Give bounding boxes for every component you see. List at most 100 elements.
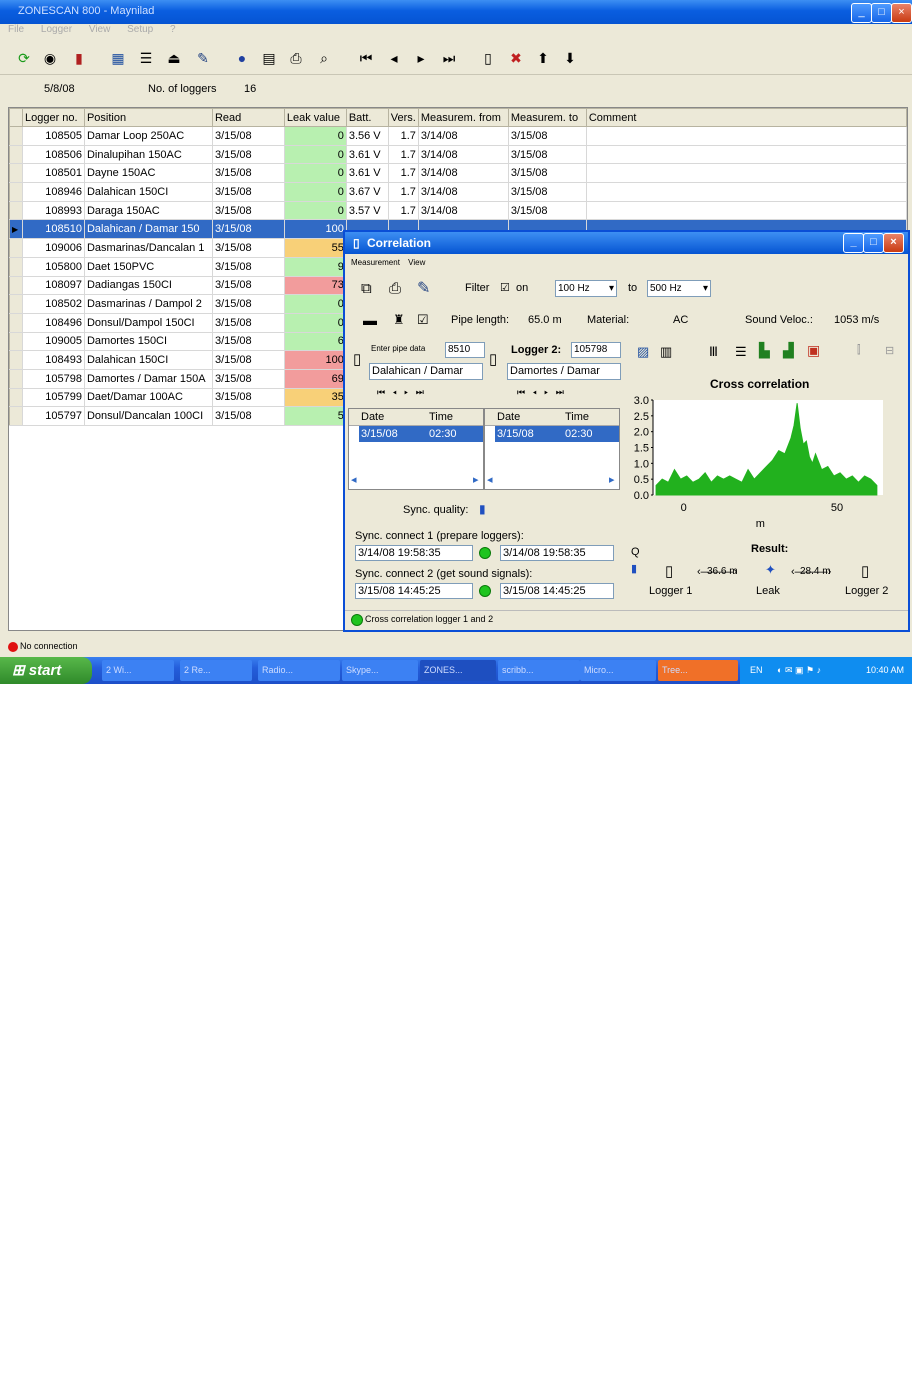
result-logger1-label: Logger 1 — [649, 585, 693, 597]
menu-file[interactable]: File — [8, 24, 24, 35]
dialog-minimize-button[interactable]: _ — [843, 233, 864, 253]
delete-chart-icon[interactable]: ▣ — [807, 342, 820, 359]
task-button[interactable]: scribb... — [498, 660, 580, 681]
filter-label: Filter — [465, 282, 490, 294]
properties-icon[interactable]: ▤ — [260, 49, 278, 67]
cell-no: 108510 — [22, 219, 85, 240]
split-v-icon[interactable]: ⫿ — [857, 344, 861, 357]
next-icon[interactable]: ▸ — [412, 49, 430, 67]
table-icon[interactable]: ▦ — [109, 49, 127, 67]
logger1-row[interactable]: 3/15/08 02:30 — [359, 426, 483, 442]
export-icon[interactable]: ▙ — [759, 342, 770, 359]
first-icon[interactable]: ⏮ — [357, 49, 375, 67]
filter-checkbox[interactable]: ☑ — [500, 281, 510, 294]
up-icon[interactable]: ⬆ — [534, 49, 552, 67]
search-icon[interactable]: ⌕ — [315, 49, 333, 67]
pipe-length-value[interactable]: 65.0 m — [528, 314, 562, 326]
menu-logger[interactable]: Logger — [41, 24, 72, 35]
header-position[interactable]: Position — [83, 108, 213, 127]
bottle-icon[interactable]: ▯ — [479, 49, 497, 67]
material-value[interactable]: AC — [673, 314, 688, 326]
chart-image-icon[interactable]: ▨ — [637, 344, 649, 360]
task-button[interactable]: 2 Wi... — [102, 660, 174, 681]
dialog-close-button[interactable]: × — [883, 233, 904, 253]
task-button[interactable]: Radio... — [258, 660, 340, 681]
task-button-active[interactable]: ZONES... — [420, 660, 496, 681]
logger2-result-icon: ▯ — [861, 563, 870, 580]
table-row[interactable]: 108506 Dinalupihan 150AC 3/15/08 0 3.61 V 1.7… — [9, 144, 908, 165]
row-indicator — [9, 294, 23, 314]
print-icon[interactable]: ⎙ — [287, 49, 305, 67]
prev-icon[interactable]: ◂ — [385, 49, 403, 67]
last-icon[interactable]: ⏭ — [440, 49, 458, 67]
menu-help[interactable]: ? — [170, 24, 176, 35]
table-row[interactable]: 108993 Daraga 150AC 3/15/08 0 3.57 V 1.7 3/14/… — [9, 200, 908, 221]
hydrant-icon[interactable]: ♜ — [393, 312, 405, 328]
print-icon[interactable]: ⎙ — [389, 280, 401, 297]
logger-read-icon[interactable]: ▮ — [70, 49, 88, 67]
scroll-right-icon[interactable]: ▸ — [609, 473, 615, 486]
logger1-number-input[interactable]: 8510 — [445, 342, 485, 358]
histogram-icon[interactable]: ▥ — [660, 344, 672, 360]
language-indicator[interactable]: EN — [750, 665, 763, 675]
task-button[interactable]: Tree... — [658, 660, 738, 681]
scroll-left-icon[interactable]: ◂ — [487, 473, 493, 486]
check-list-icon[interactable]: ☑ — [417, 312, 429, 328]
logger2-row[interactable]: 3/15/08 02:30 — [495, 426, 619, 442]
cell-no: 108506 — [22, 145, 85, 165]
close-button[interactable]: × — [891, 3, 912, 23]
header-battery[interactable]: Batt. — [345, 108, 389, 127]
menu-view[interactable]: View — [408, 258, 425, 267]
import-icon[interactable]: ▟ — [783, 342, 794, 359]
freq-from-select[interactable]: 100 Hz ▾ — [555, 280, 617, 297]
logger1-row-date: 3/15/08 — [361, 428, 398, 440]
copy-icon[interactable]: ⧉ — [361, 280, 372, 297]
list-icon[interactable]: ☰ — [735, 344, 747, 360]
tray-icons[interactable]: ◐ ✉ ▣ ⚑ ♪ — [777, 665, 821, 675]
header-measurement-to[interactable]: Measurem. to — [507, 108, 587, 127]
header-leak-value[interactable]: Leak value — [283, 108, 347, 127]
bars-icon[interactable]: Ⅲ — [709, 344, 718, 360]
task-button[interactable]: 2 Re... — [180, 660, 252, 681]
antenna-icon[interactable]: ✎ — [194, 49, 212, 67]
menu-setup[interactable]: Setup — [127, 24, 153, 35]
task-button[interactable]: Micro... — [580, 660, 656, 681]
split-h-icon[interactable]: ⊟ — [885, 344, 894, 357]
start-button[interactable]: ⊞ start — [0, 657, 92, 684]
header-comment[interactable]: Comment — [585, 108, 908, 127]
freq-to-select[interactable]: 500 Hz ▾ — [647, 280, 711, 297]
dialog-maximize-button[interactable]: □ — [863, 233, 884, 253]
maximize-button[interactable]: □ — [871, 3, 892, 23]
minimize-button[interactable]: _ — [851, 3, 872, 23]
table-row[interactable]: 108505 Damar Loop 250AC 3/15/08 0 3.56 V 1.7 3… — [9, 126, 908, 146]
help-icon[interactable]: ● — [233, 49, 251, 67]
cell-to: 3/15/08 — [508, 126, 587, 146]
scroll-left-icon[interactable]: ◂ — [351, 473, 357, 486]
delete-icon[interactable]: ✖ — [507, 49, 525, 67]
refresh-icon[interactable]: ⟳ — [15, 49, 33, 67]
logger1-nav[interactable]: ⏮ ◂ ▸ ⏭ — [377, 387, 424, 398]
scroll-right-icon[interactable]: ▸ — [473, 473, 479, 486]
header-measurement-from[interactable]: Measurem. from — [417, 108, 509, 127]
task-button[interactable]: Skype... — [342, 660, 418, 681]
header-version[interactable]: Vers. — [387, 108, 419, 127]
menu-view[interactable]: View — [89, 24, 111, 35]
cell-no: 108493 — [22, 350, 85, 370]
antenna-icon[interactable]: ✎ — [417, 278, 430, 298]
table-row[interactable]: 108501 Dayne 150AC 3/15/08 0 3.61 V 1.7 3/14/0… — [9, 163, 908, 184]
eye-icon[interactable]: ◉ — [41, 49, 59, 67]
row-indicator — [9, 312, 23, 333]
header-logger-no[interactable]: Logger no. — [21, 108, 85, 127]
table-row[interactable]: 108946 Dalahican 150CI 3/15/08 0 3.67 V 1.7 3/… — [9, 182, 908, 202]
list-icon[interactable]: ☰ — [137, 49, 155, 67]
down-icon[interactable]: ⬇ — [561, 49, 579, 67]
chart-title: Cross correlation — [710, 377, 810, 391]
logger2-number-input[interactable]: 105798 — [571, 342, 621, 358]
logger2-nav[interactable]: ⏮ ◂ ▸ ⏭ — [517, 387, 564, 398]
header-read[interactable]: Read — [211, 108, 285, 127]
device-icon[interactable]: ⏏ — [165, 49, 183, 67]
pipe-icon[interactable]: ▬ — [363, 312, 377, 328]
sound-velocity-value[interactable]: 1053 m/s — [834, 314, 879, 326]
sync2-time-b: 3/15/08 14:45:25 — [500, 583, 614, 599]
menu-measurement[interactable]: Measurement — [351, 258, 400, 267]
